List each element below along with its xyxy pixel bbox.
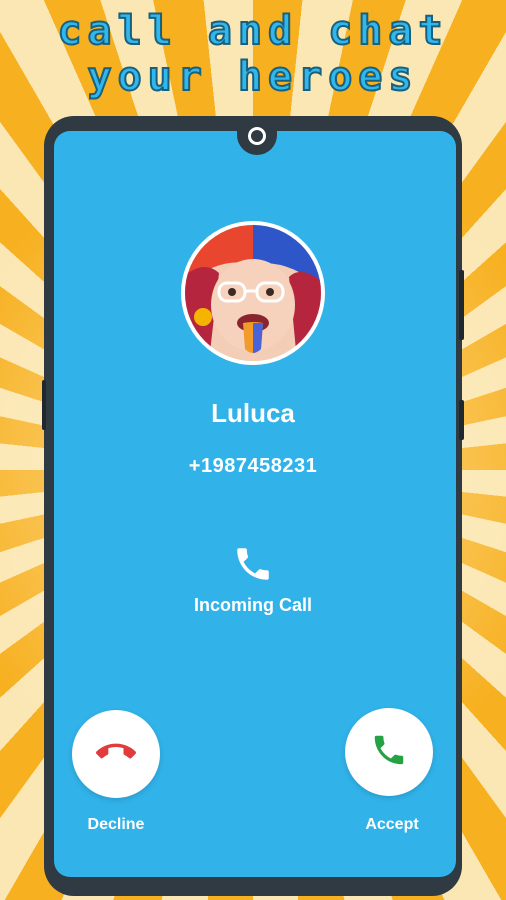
- phone-hangup-icon: [96, 732, 136, 776]
- caller-avatar: [181, 221, 325, 365]
- promo-headline-line2: YOUR HEROES: [87, 53, 419, 101]
- avatar-photo: [185, 225, 321, 361]
- phone-icon: [232, 543, 274, 585]
- decline-button[interactable]: [72, 710, 160, 798]
- caller-number: +1987458231: [188, 455, 318, 477]
- call-status-text: Incoming Call: [193, 595, 312, 615]
- accept-label: Accept: [365, 816, 419, 833]
- accept-button[interactable]: [345, 708, 433, 796]
- promo-headline-line1: CALL AND CHAT: [56, 7, 449, 55]
- phone-side-button: [459, 270, 464, 340]
- caller-name: Luluca: [211, 398, 295, 428]
- camera-icon: [248, 127, 266, 145]
- phone-icon: [370, 731, 408, 773]
- decline-label: Decline: [87, 816, 145, 833]
